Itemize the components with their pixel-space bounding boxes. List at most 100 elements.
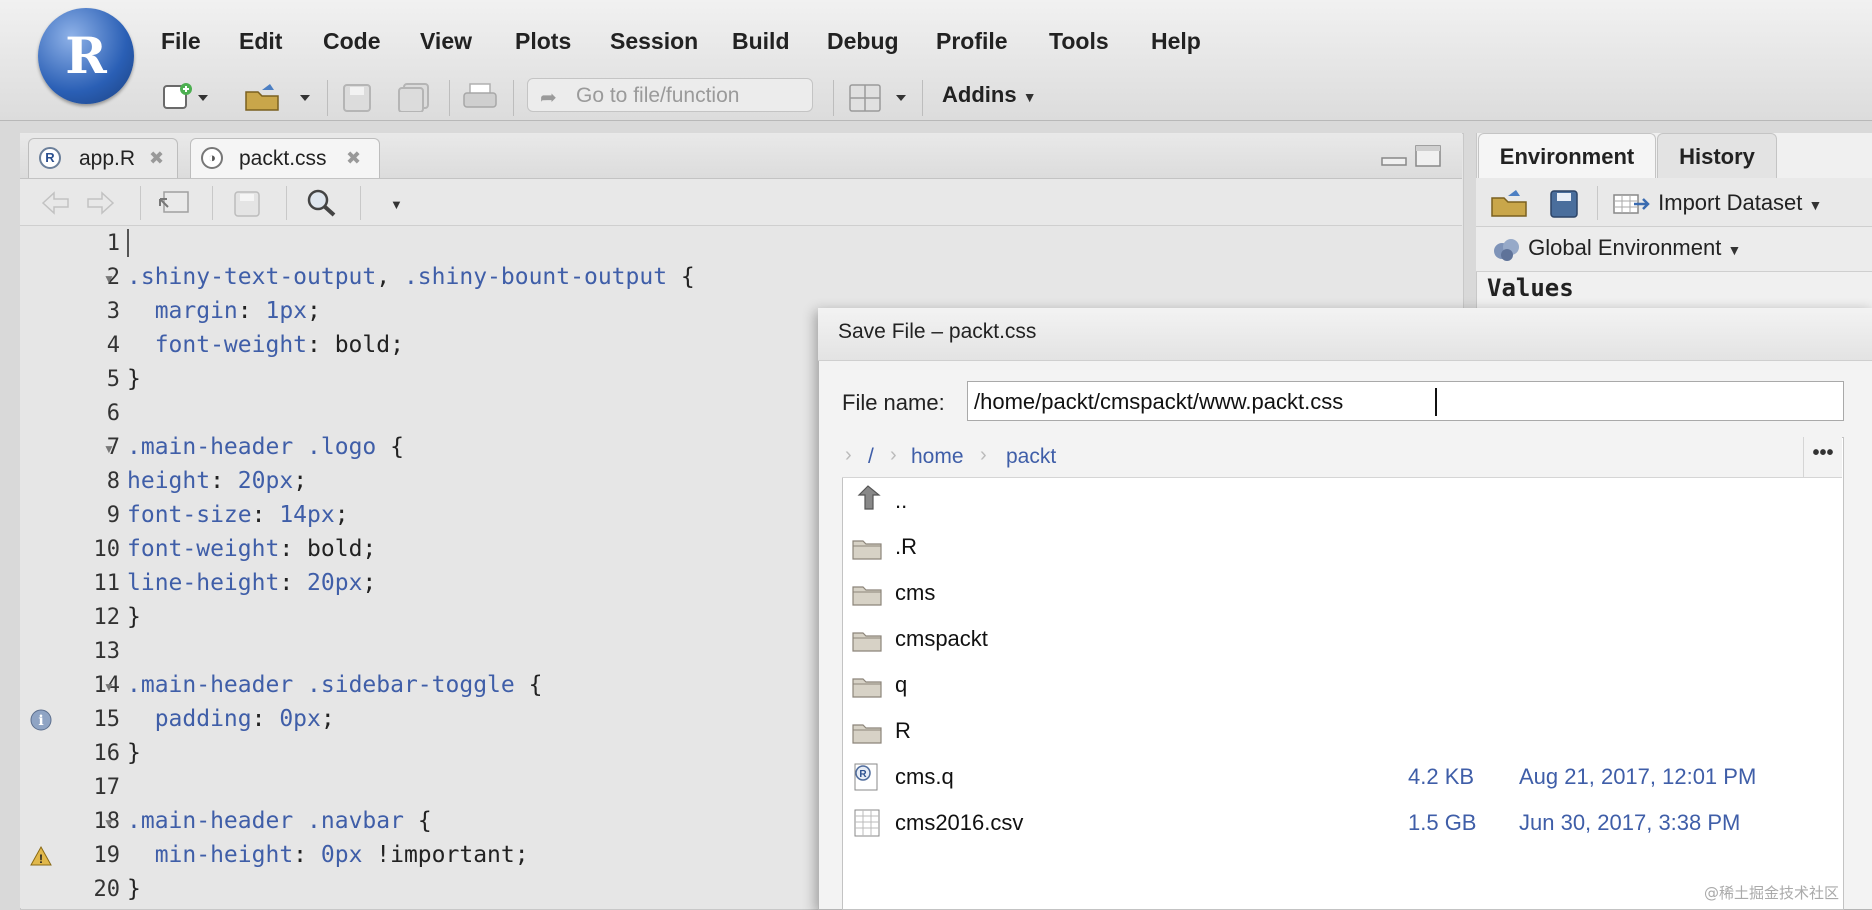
code-line[interactable]: } bbox=[127, 876, 141, 902]
tab-app-r[interactable]: R app.R ✖ bbox=[28, 138, 178, 178]
minimize-pane-button[interactable] bbox=[1380, 148, 1410, 173]
toolbar-divider bbox=[449, 80, 450, 116]
breadcrumb-root[interactable]: / bbox=[868, 445, 874, 469]
code-tools-dropdown[interactable]: ▼ bbox=[390, 197, 403, 212]
menu-code[interactable]: Code bbox=[323, 28, 381, 55]
line-number: 8 bbox=[106, 469, 120, 494]
file-name: cms.q bbox=[895, 764, 954, 789]
list-item[interactable]: q bbox=[842, 663, 1842, 707]
load-workspace-button[interactable] bbox=[1490, 188, 1530, 223]
breadcrumb-packt[interactable]: packt bbox=[1006, 445, 1056, 469]
line-number: 11 bbox=[93, 571, 121, 596]
menu-help[interactable]: Help bbox=[1151, 28, 1201, 55]
arrow-left-icon bbox=[41, 191, 69, 215]
values-section-header: Values bbox=[1487, 274, 1574, 302]
import-dataset-button[interactable]: Import Dataset ▼ bbox=[1612, 190, 1822, 217]
back-button[interactable] bbox=[40, 190, 74, 221]
line-number: 16 bbox=[93, 741, 121, 766]
code-line[interactable]: font-size: 14px; bbox=[127, 502, 349, 528]
code-line[interactable]: .shiny-text-output, .shiny-bount-output … bbox=[127, 264, 695, 290]
dialog-title: Save File – packt.css bbox=[838, 320, 1037, 343]
environment-cube-icon bbox=[1494, 239, 1519, 262]
menu-tools[interactable]: Tools bbox=[1049, 28, 1109, 55]
chevron-right-icon: › bbox=[980, 444, 987, 466]
open-file-button[interactable] bbox=[244, 82, 316, 117]
code-line[interactable]: height: 20px; bbox=[127, 468, 307, 494]
breadcrumb-home[interactable]: home bbox=[911, 445, 964, 469]
maximize-pane-button[interactable] bbox=[1414, 144, 1444, 175]
addins-label: Addins bbox=[942, 82, 1017, 107]
toolbar-divider bbox=[833, 80, 834, 116]
list-item[interactable]: cms2016.csv 1.5 GB Jun 30, 2017, 3:38 PM bbox=[842, 801, 1842, 845]
environment-scope-select[interactable]: Global Environment ▼ bbox=[1492, 235, 1741, 262]
menu-plots[interactable]: Plots bbox=[515, 28, 571, 55]
code-line[interactable]: margin: 1px; bbox=[127, 298, 321, 324]
fold-toggle-icon[interactable]: ▼ bbox=[103, 272, 115, 286]
file-name: R bbox=[895, 718, 911, 743]
workspace-panes-button[interactable] bbox=[848, 82, 912, 117]
code-line[interactable]: line-height: 20px; bbox=[127, 570, 376, 596]
forward-button[interactable] bbox=[82, 190, 116, 221]
maximize-icon bbox=[1415, 145, 1441, 167]
line-number-gutter: 1 2 3 4 5 6 7 8 9 10 11 12 13 14 15 16 1… bbox=[20, 226, 120, 908]
chevron-right-icon: › bbox=[890, 444, 897, 466]
line-number: 5 bbox=[106, 367, 120, 392]
list-item[interactable]: .. bbox=[842, 479, 1842, 523]
code-line[interactable]: min-height: 0px !important; bbox=[127, 842, 529, 868]
fold-toggle-icon[interactable]: ▼ bbox=[103, 680, 115, 694]
editor-save-button[interactable] bbox=[232, 189, 264, 222]
code-line[interactable]: padding: 0px; bbox=[127, 706, 335, 732]
list-item[interactable]: R bbox=[842, 709, 1842, 753]
list-item[interactable]: R cms.q 4.2 KB Aug 21, 2017, 12:01 PM bbox=[842, 755, 1842, 799]
import-dataset-label: Import Dataset bbox=[1658, 190, 1803, 215]
find-replace-button[interactable] bbox=[305, 188, 339, 223]
close-icon[interactable]: ✖ bbox=[149, 148, 164, 169]
code-line[interactable]: font-weight: bold; bbox=[127, 536, 376, 562]
logo-letter: R bbox=[65, 26, 107, 85]
print-button[interactable] bbox=[462, 82, 500, 117]
more-options-button[interactable]: ••• bbox=[1803, 437, 1842, 477]
code-line[interactable]: .main-header .navbar { bbox=[127, 808, 432, 834]
code-line[interactable]: font-weight: bold; bbox=[127, 332, 404, 358]
code-line[interactable]: } bbox=[127, 604, 141, 630]
save-button[interactable] bbox=[341, 82, 375, 117]
line-number: 20 bbox=[93, 877, 121, 902]
import-table-icon bbox=[1613, 194, 1650, 214]
file-name-input[interactable]: /home/packt/cmspackt/www.packt.css bbox=[967, 381, 1844, 421]
menu-profile[interactable]: Profile bbox=[936, 28, 1008, 55]
save-workspace-button[interactable] bbox=[1548, 188, 1580, 223]
csv-file-icon bbox=[854, 809, 880, 837]
line-number: 6 bbox=[106, 401, 120, 426]
info-icon[interactable]: i bbox=[30, 709, 52, 731]
new-file-button[interactable] bbox=[160, 82, 216, 117]
save-all-button[interactable] bbox=[396, 82, 432, 117]
list-item[interactable]: cms bbox=[842, 571, 1842, 615]
file-name-label: File name: bbox=[842, 390, 945, 415]
tab-packt-css[interactable]: ◑ packt.css ✖ bbox=[190, 138, 380, 178]
warning-icon[interactable]: ! bbox=[30, 845, 52, 867]
code-line[interactable]: .main-header .sidebar-toggle { bbox=[127, 672, 542, 698]
menu-view[interactable]: View bbox=[420, 28, 472, 55]
file-name: .. bbox=[895, 488, 908, 513]
fold-toggle-icon[interactable]: ▼ bbox=[103, 816, 115, 830]
menu-edit[interactable]: Edit bbox=[239, 28, 282, 55]
menu-build[interactable]: Build bbox=[732, 28, 790, 55]
menu-file[interactable]: File bbox=[161, 28, 201, 55]
fold-toggle-icon[interactable]: ▼ bbox=[103, 442, 115, 456]
code-line[interactable]: .main-header .logo { bbox=[127, 434, 404, 460]
tab-history[interactable]: History bbox=[1657, 133, 1777, 178]
list-item[interactable]: cmspackt bbox=[842, 617, 1842, 661]
code-line[interactable]: } bbox=[127, 366, 141, 392]
code-line[interactable]: } bbox=[127, 740, 141, 766]
close-icon[interactable]: ✖ bbox=[346, 148, 361, 169]
goto-file-function-input[interactable]: ➦ Go to file/function bbox=[527, 78, 813, 112]
toolbar-divider bbox=[286, 186, 287, 220]
folder-icon bbox=[852, 678, 882, 698]
menu-session[interactable]: Session bbox=[610, 28, 698, 55]
list-item[interactable]: .R bbox=[842, 525, 1842, 569]
r-file-icon: R bbox=[39, 147, 61, 169]
menu-debug[interactable]: Debug bbox=[827, 28, 899, 55]
addins-button[interactable]: Addins ▼ bbox=[942, 82, 1037, 108]
tab-environment[interactable]: Environment bbox=[1478, 133, 1656, 178]
show-in-window-button[interactable] bbox=[156, 189, 192, 222]
